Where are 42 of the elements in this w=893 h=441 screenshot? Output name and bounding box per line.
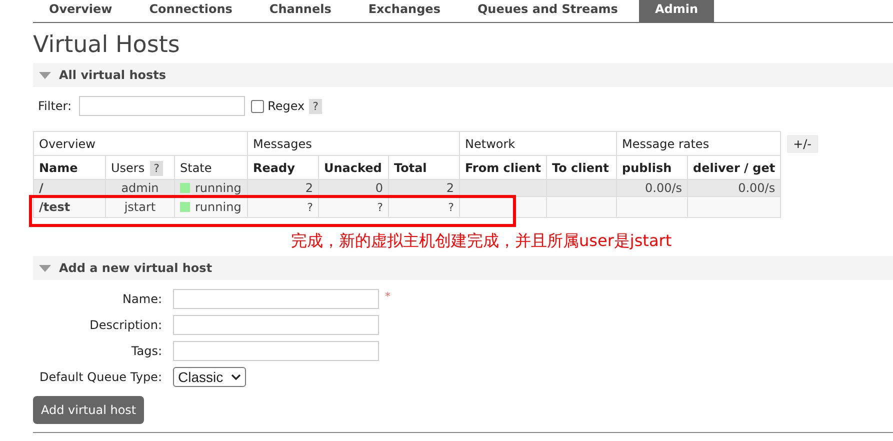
input-field[interactable] <box>173 289 379 309</box>
status-text: running <box>195 200 242 214</box>
required-mark: * <box>385 290 390 303</box>
table-cell: 0.00/s <box>688 180 781 196</box>
annotation-text: 完成，新的虚拟主机创建完成，并且所属user是jstart <box>291 231 672 250</box>
nav-tab[interactable]: Queues and Streams <box>461 0 634 22</box>
column-group-header: Overview <box>34 132 248 156</box>
status-text: running <box>195 180 242 194</box>
queue-type-dropdown[interactable]: Classic <box>173 367 246 387</box>
help-button[interactable]: ? <box>308 98 322 114</box>
column-group-header: Network <box>460 132 617 156</box>
collapse-triangle-icon[interactable] <box>39 264 51 272</box>
nav-tab[interactable]: Admin <box>638 0 714 22</box>
field-label: Tags: <box>130 344 163 358</box>
regex-label: Regex <box>268 99 305 113</box>
filter-field[interactable] <box>78 96 245 116</box>
input-field[interactable] <box>173 341 379 361</box>
nav-tab[interactable]: Exchanges <box>352 0 456 22</box>
page-title: Virtual Hosts <box>33 31 181 59</box>
column-group-header: Messages <box>248 132 460 156</box>
nav-tab[interactable]: Overview <box>33 0 128 22</box>
nav-tab[interactable]: Connections <box>133 0 248 22</box>
caret-icon <box>231 374 242 380</box>
column-group-header: Message rates <box>616 132 781 156</box>
input-field[interactable] <box>173 315 379 335</box>
columns-toggle-button[interactable]: +/- <box>787 135 818 153</box>
field-label: Name: <box>122 292 163 306</box>
field-label: Description: <box>88 318 163 332</box>
add-virtual-host-button[interactable]: Add virtual host <box>33 396 144 424</box>
regex-checkbox[interactable] <box>250 100 264 112</box>
section-title: All virtual hosts <box>59 68 166 82</box>
nav-tab[interactable]: Channels <box>253 0 348 22</box>
table-cell: 0.00/s <box>616 180 688 196</box>
collapse-triangle-icon[interactable] <box>39 72 51 78</box>
section-header[interactable]: Add a new virtual host <box>33 256 893 280</box>
vhost-link[interactable]: / <box>39 181 44 195</box>
help-button[interactable]: ? <box>150 160 164 176</box>
field-label: Default Queue Type: <box>38 370 163 384</box>
section-title: Add a new virtual host <box>59 261 212 275</box>
filter-label: Filter: <box>38 99 72 113</box>
section-header[interactable]: All virtual hosts <box>33 63 893 87</box>
column-header: Users <box>111 160 145 174</box>
